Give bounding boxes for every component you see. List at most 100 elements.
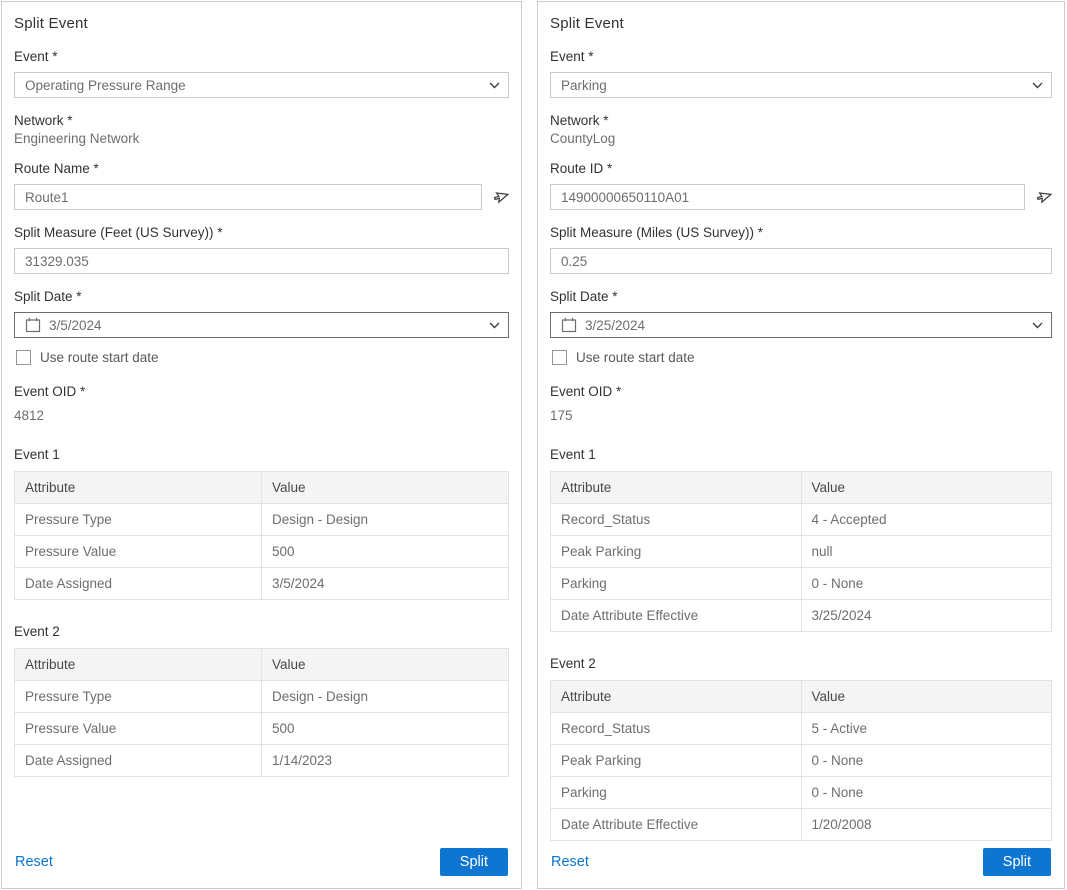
- value-cell: 0 - None: [801, 777, 1052, 809]
- network-value: CountyLog: [550, 131, 1052, 146]
- measure-input[interactable]: [550, 248, 1052, 274]
- value-cell: Design - Design: [262, 681, 509, 713]
- event-label: Event *: [14, 49, 509, 64]
- attribute-cell: Peak Parking: [551, 745, 802, 777]
- use-route-start-date-row: Use route start date: [16, 350, 509, 365]
- event1-table: Attribute Value Record_Status 4 - Accept…: [550, 471, 1052, 632]
- event1-table: Attribute Value Pressure Type Design - D…: [14, 471, 509, 600]
- date-value: 3/25/2024: [585, 318, 645, 333]
- panel-title: Split Event: [550, 15, 1052, 32]
- split-button[interactable]: Split: [440, 848, 508, 876]
- value-column-header: Value: [262, 649, 509, 681]
- value-cell: null: [801, 536, 1052, 568]
- date-label: Split Date *: [14, 289, 509, 304]
- value-cell: 1/20/2008: [801, 809, 1052, 841]
- value-cell: Design - Design: [262, 504, 509, 536]
- use-route-start-date-checkbox[interactable]: [16, 350, 31, 365]
- attribute-cell: Pressure Type: [15, 681, 262, 713]
- attribute-cell: Date Assigned: [15, 568, 262, 600]
- table-row: Record_Status 4 - Accepted: [551, 504, 1052, 536]
- route-input[interactable]: [550, 184, 1025, 210]
- value-cell: 3/5/2024: [262, 568, 509, 600]
- value-cell: 1/14/2023: [262, 745, 509, 777]
- table-row: Pressure Type Design - Design: [15, 681, 509, 713]
- select-on-map-button[interactable]: [491, 188, 509, 206]
- attribute-cell: Peak Parking: [551, 536, 802, 568]
- reset-link[interactable]: Reset: [551, 854, 589, 870]
- measure-label: Split Measure (Miles (US Survey)) *: [550, 225, 1052, 240]
- attribute-cell: Record_Status: [551, 713, 802, 745]
- attribute-cell: Pressure Value: [15, 536, 262, 568]
- event1-section-title: Event 1: [550, 447, 1052, 462]
- attribute-cell: Pressure Type: [15, 504, 262, 536]
- event1-section-title: Event 1: [14, 447, 509, 462]
- event-select-value: Parking: [561, 78, 607, 93]
- event-label: Event *: [550, 49, 1052, 64]
- value-cell: 4 - Accepted: [801, 504, 1052, 536]
- route-label: Route ID *: [550, 161, 1052, 176]
- value-column-header: Value: [262, 472, 509, 504]
- use-route-start-date-label: Use route start date: [576, 350, 695, 365]
- chevron-down-icon: [489, 82, 500, 89]
- event2-table: Attribute Value Pressure Type Design - D…: [14, 648, 509, 777]
- event-oid-value: 4812: [14, 408, 509, 423]
- value-cell: 500: [262, 713, 509, 745]
- split-button[interactable]: Split: [983, 848, 1051, 876]
- date-picker[interactable]: 3/25/2024: [550, 312, 1052, 338]
- network-label: Network *: [550, 113, 1052, 128]
- event-oid-label: Event OID *: [14, 384, 509, 399]
- table-row: Pressure Value 500: [15, 536, 509, 568]
- table-header-row: Attribute Value: [15, 472, 509, 504]
- value-column-header: Value: [801, 681, 1052, 713]
- route-row: [550, 184, 1052, 210]
- chevron-down-icon: [489, 322, 500, 329]
- network-value: Engineering Network: [14, 131, 509, 146]
- table-row: Date Assigned 3/5/2024: [15, 568, 509, 600]
- chevron-down-icon: [1032, 82, 1043, 89]
- value-cell: 5 - Active: [801, 713, 1052, 745]
- measure-label: Split Measure (Feet (US Survey)) *: [14, 225, 509, 240]
- route-input[interactable]: [14, 184, 482, 210]
- use-route-start-date-row: Use route start date: [552, 350, 1052, 365]
- date-label: Split Date *: [550, 289, 1052, 304]
- map-pointer-icon: [1035, 189, 1052, 206]
- value-cell: 3/25/2024: [801, 600, 1052, 632]
- table-row: Parking 0 - None: [551, 568, 1052, 600]
- event2-section-title: Event 2: [14, 624, 509, 639]
- date-value: 3/5/2024: [49, 318, 102, 333]
- event-select[interactable]: Operating Pressure Range: [14, 72, 509, 98]
- select-on-map-button[interactable]: [1034, 188, 1052, 206]
- use-route-start-date-label: Use route start date: [40, 350, 159, 365]
- attribute-cell: Parking: [551, 568, 802, 600]
- route-row: [14, 184, 509, 210]
- table-row: Record_Status 5 - Active: [551, 713, 1052, 745]
- split-event-panel-parking: Split Event Event * Parking Network * Co…: [537, 1, 1065, 889]
- table-header-row: Attribute Value: [551, 681, 1052, 713]
- table-header-row: Attribute Value: [15, 649, 509, 681]
- attribute-cell: Record_Status: [551, 504, 802, 536]
- attribute-column-header: Attribute: [551, 472, 802, 504]
- event-select[interactable]: Parking: [550, 72, 1052, 98]
- chevron-down-icon: [1032, 322, 1043, 329]
- value-column-header: Value: [801, 472, 1052, 504]
- measure-input[interactable]: [14, 248, 509, 274]
- table-row: Peak Parking null: [551, 536, 1052, 568]
- table-row: Date Attribute Effective 3/25/2024: [551, 600, 1052, 632]
- event-select-value: Operating Pressure Range: [25, 78, 186, 93]
- date-picker[interactable]: 3/5/2024: [14, 312, 509, 338]
- table-row: Date Assigned 1/14/2023: [15, 745, 509, 777]
- value-cell: 500: [262, 536, 509, 568]
- panel-footer: Reset Split: [551, 848, 1051, 876]
- attribute-column-header: Attribute: [15, 472, 262, 504]
- event2-table: Attribute Value Record_Status 5 - Active…: [550, 680, 1052, 841]
- value-cell: 0 - None: [801, 568, 1052, 600]
- reset-link[interactable]: Reset: [15, 854, 53, 870]
- event-oid-label: Event OID *: [550, 384, 1052, 399]
- attribute-cell: Parking: [551, 777, 802, 809]
- panel-footer: Reset Split: [15, 848, 508, 876]
- attribute-column-header: Attribute: [15, 649, 262, 681]
- attribute-cell: Date Assigned: [15, 745, 262, 777]
- event-oid-value: 175: [550, 408, 1052, 423]
- attribute-cell: Date Attribute Effective: [551, 809, 802, 841]
- use-route-start-date-checkbox[interactable]: [552, 350, 567, 365]
